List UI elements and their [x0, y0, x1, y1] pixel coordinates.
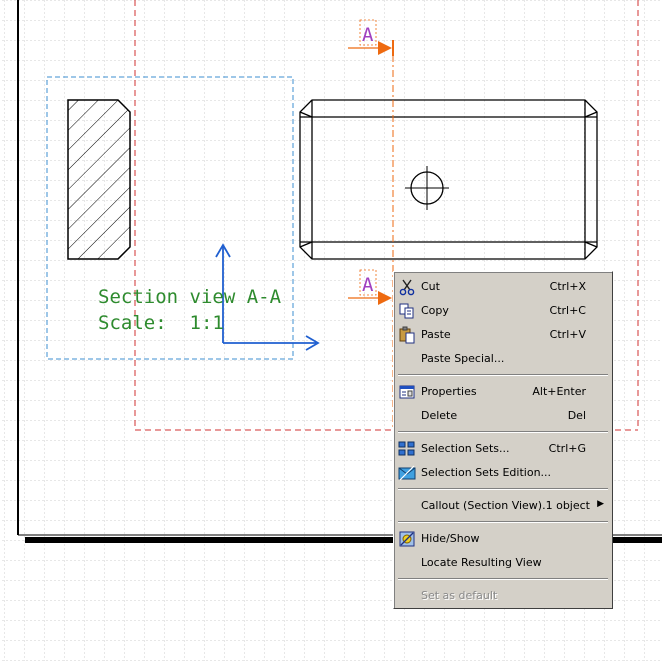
- menu-item-label: Selection Sets Edition...: [421, 466, 552, 479]
- menu-item-label: Copy: [421, 304, 449, 317]
- hide-show-icon: [398, 530, 416, 548]
- submenu-arrow-icon: ▶: [597, 499, 604, 509]
- section-profile[interactable]: [67, 99, 131, 260]
- callout-label-top[interactable]: A: [362, 24, 374, 46]
- menu-item-paste-special[interactable]: Paste Special...: [396, 348, 610, 370]
- menu-item-shortcut: Del: [567, 409, 586, 422]
- menu-item-selection-sets[interactable]: Selection Sets... Ctrl+G: [396, 438, 610, 460]
- section-view-scale[interactable]: Scale: 1:1: [98, 312, 224, 334]
- copy-icon: [398, 302, 416, 320]
- context-menu: Cut Ctrl+X Copy Ctrl+C Paste Ctrl+V Past…: [393, 271, 613, 609]
- menu-item-shortcut: Ctrl+X: [549, 280, 586, 293]
- menu-item-label: Hide/Show: [421, 532, 480, 545]
- menu-item-paste[interactable]: Paste Ctrl+V: [396, 324, 610, 346]
- menu-item-shortcut: Ctrl+G: [548, 442, 586, 455]
- menu-item-label: Locate Resulting View: [421, 556, 542, 569]
- paste-icon: [398, 326, 416, 344]
- menu-item-cut[interactable]: Cut Ctrl+X: [396, 276, 610, 298]
- menu-item-shortcut: Ctrl+V: [549, 328, 586, 341]
- menu-separator: [398, 578, 608, 580]
- menu-item-selection-sets-edition[interactable]: Selection Sets Edition...: [396, 462, 610, 484]
- menu-item-label: Selection Sets...: [421, 442, 510, 455]
- selection-sets-icon: [398, 440, 416, 458]
- menu-item-label: Callout (Section View).1 object: [421, 499, 590, 512]
- menu-separator: [398, 521, 608, 523]
- menu-separator: [398, 374, 608, 376]
- menu-item-set-as-default: Set as default: [396, 585, 610, 607]
- menu-item-delete[interactable]: Delete Del: [396, 405, 610, 427]
- menu-item-label: Set as default: [421, 589, 498, 602]
- menu-item-shortcut: Alt+Enter: [532, 385, 586, 398]
- menu-separator: [398, 431, 608, 433]
- menu-item-shortcut: Ctrl+C: [549, 304, 586, 317]
- menu-item-label: Paste Special...: [421, 352, 505, 365]
- properties-icon: [398, 383, 416, 401]
- selection-sets-edition-icon: [398, 464, 416, 482]
- menu-separator: [398, 488, 608, 490]
- menu-item-copy[interactable]: Copy Ctrl+C: [396, 300, 610, 322]
- menu-item-label: Paste: [421, 328, 451, 341]
- scissors-icon: [398, 278, 416, 296]
- menu-item-label: Properties: [421, 385, 477, 398]
- menu-item-properties[interactable]: Properties Alt+Enter: [396, 381, 610, 403]
- section-view-title[interactable]: Section view A-A: [98, 286, 282, 308]
- menu-item-callout-object[interactable]: Callout (Section View).1 object ▶: [396, 495, 610, 517]
- callout-label-bottom[interactable]: A: [362, 274, 374, 296]
- menu-item-hide-show[interactable]: Hide/Show: [396, 528, 610, 550]
- menu-item-label: Cut: [421, 280, 440, 293]
- menu-item-locate-resulting-view[interactable]: Locate Resulting View: [396, 552, 610, 574]
- menu-item-label: Delete: [421, 409, 458, 422]
